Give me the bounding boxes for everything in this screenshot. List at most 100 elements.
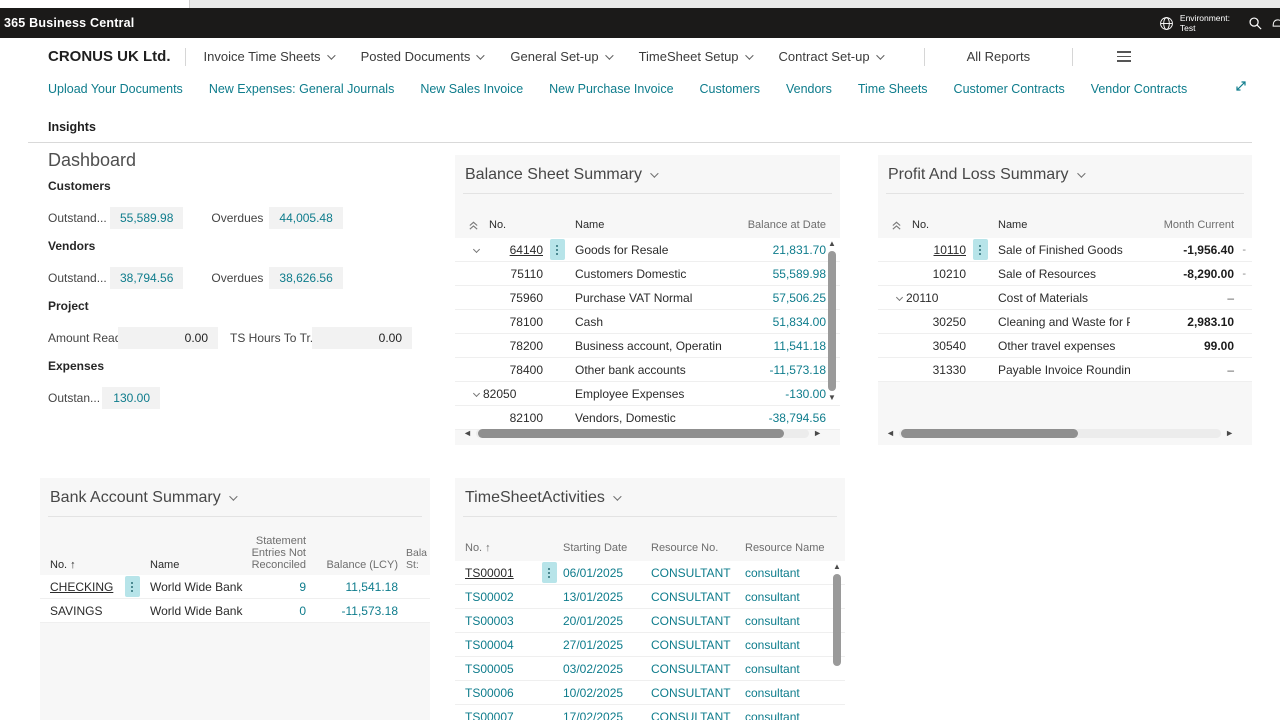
- scroll-right-icon[interactable]: ►: [813, 428, 822, 438]
- scroll-down-icon[interactable]: ▼: [828, 393, 836, 403]
- cue-value[interactable]: 130.00: [102, 387, 160, 409]
- collapse-all-icon[interactable]: [455, 220, 483, 231]
- menu-general-set-up[interactable]: General Set-up: [510, 49, 614, 64]
- action-vendors[interactable]: Vendors: [786, 82, 832, 96]
- table-row[interactable]: 78200 Business account, Operating, D... …: [455, 334, 840, 358]
- row-menu-icon[interactable]: [549, 239, 565, 260]
- cue-vendors-overdues: Overdues 38,626.56: [211, 267, 343, 289]
- column-header-resource-name[interactable]: Resource Name: [745, 542, 831, 554]
- column-header-starting-date[interactable]: Starting Date: [563, 542, 651, 554]
- column-header-no[interactable]: No.: [483, 219, 543, 231]
- column-header-name[interactable]: Name: [994, 219, 1130, 231]
- company-name[interactable]: CRONUS UK Ltd.: [48, 48, 171, 65]
- column-header-statement-entries[interactable]: Statement Entries Not Reconciled: [244, 535, 306, 571]
- cue-value[interactable]: 38,626.56: [269, 267, 343, 289]
- chevron-down-icon[interactable]: [472, 245, 481, 254]
- row-menu-icon[interactable]: [124, 576, 140, 597]
- scroll-left-icon[interactable]: ◄: [463, 428, 472, 438]
- row-menu-icon[interactable]: [541, 562, 557, 583]
- menu-invoice-time-sheets[interactable]: Invoice Time Sheets: [204, 49, 336, 64]
- menu-all-reports[interactable]: All Reports: [967, 49, 1031, 64]
- table-row[interactable]: 30250 Cleaning and Waste for Property 2,…: [878, 310, 1252, 334]
- table-row[interactable]: 75110 Customers Domestic 55,589.98: [455, 262, 840, 286]
- app-title[interactable]: 365 Business Central: [4, 16, 134, 30]
- menu-posted-documents[interactable]: Posted Documents: [361, 49, 486, 64]
- table-row[interactable]: 75960 Purchase VAT Normal 57,506.25: [455, 286, 840, 310]
- table-row[interactable]: TS00002 13/01/2025 CONSULTANT consultant: [455, 585, 845, 609]
- scroll-right-icon[interactable]: ►: [1225, 428, 1234, 438]
- scroll-up-icon[interactable]: ▲: [833, 562, 841, 572]
- environment-label: Environment:: [1179, 13, 1230, 23]
- column-header-month-current[interactable]: Month Current: [1130, 219, 1234, 231]
- environment-badge[interactable]: Environment: Test: [1149, 8, 1240, 38]
- column-header-name[interactable]: Name: [571, 219, 722, 231]
- chevron-down-icon[interactable]: [895, 293, 904, 302]
- vertical-scrollbar[interactable]: ▲: [830, 562, 844, 720]
- scroll-left-icon[interactable]: ◄: [886, 428, 895, 438]
- table-row[interactable]: SAVINGS World Wide Bank 0 -11,573.18: [40, 599, 430, 623]
- action-time-sheets[interactable]: Time Sheets: [858, 82, 928, 96]
- table-row[interactable]: 64140 Goods for Resale 21,831.70: [455, 238, 840, 262]
- menu-contract-set-up[interactable]: Contract Set-up: [779, 49, 885, 64]
- cue-value[interactable]: 44,005.48: [269, 207, 343, 229]
- account-no-link[interactable]: 10110: [906, 243, 966, 257]
- table-row[interactable]: 20110 Cost of Materials –: [878, 286, 1252, 310]
- table-row[interactable]: 82050 Employee Expenses -130.00: [455, 382, 840, 406]
- search-icon[interactable]: [1240, 8, 1270, 38]
- action-customers[interactable]: Customers: [700, 82, 760, 96]
- table-row[interactable]: 78100 Cash 51,834.00: [455, 310, 840, 334]
- table-row[interactable]: TS00001 06/01/2025 CONSULTANT consultant: [455, 561, 845, 585]
- cue-group-expenses: Expenses: [48, 359, 105, 373]
- collapse-all-icon[interactable]: [878, 220, 906, 231]
- cue-value[interactable]: 38,794.56: [110, 267, 184, 289]
- action-customer-contracts[interactable]: Customer Contracts: [954, 82, 1065, 96]
- table-row[interactable]: TS00006 10/02/2025 CONSULTANT consultant: [455, 681, 845, 705]
- timesheet-link[interactable]: TS00001: [455, 566, 535, 580]
- action-upload-your-documents[interactable]: Upload Your Documents: [48, 82, 183, 96]
- bank-account-summary-title[interactable]: Bank Account Summary: [40, 478, 430, 516]
- table-row[interactable]: 30540 Other travel expenses 99.00: [878, 334, 1252, 358]
- table-row[interactable]: 10210 Sale of Resources -8,290.00 -: [878, 262, 1252, 286]
- table-row[interactable]: TS00003 20/01/2025 CONSULTANT consultant: [455, 609, 845, 633]
- table-row[interactable]: 78400 Other bank accounts -11,573.18: [455, 358, 840, 382]
- expand-icon[interactable]: [1234, 79, 1248, 93]
- chevron-down-icon[interactable]: [472, 389, 481, 398]
- bank-account-link[interactable]: CHECKING: [40, 580, 118, 594]
- row-menu-icon[interactable]: [972, 239, 988, 260]
- action-new-sales-invoice[interactable]: New Sales Invoice: [420, 82, 523, 96]
- column-header-name[interactable]: Name: [146, 559, 244, 571]
- column-header-balance-at-date[interactable]: Balance at Date: [722, 219, 826, 231]
- horizontal-scrollbar[interactable]: ◄ ►: [463, 426, 822, 440]
- scrollbar-thumb[interactable]: [900, 428, 1079, 438]
- table-row[interactable]: TS00005 03/02/2025 CONSULTANT consultant: [455, 657, 845, 681]
- table-row[interactable]: 10110 Sale of Finished Goods -1,956.40 -: [878, 238, 1252, 262]
- table-row[interactable]: TS00007 17/02/2025 CONSULTANT consultant: [455, 705, 845, 720]
- table-row[interactable]: 31330 Payable Invoice Rounding –: [878, 358, 1252, 382]
- scrollbar-thumb[interactable]: [477, 428, 785, 438]
- table-row[interactable]: CHECKING World Wide Bank 9 11,541.18: [40, 575, 430, 599]
- menu-icon[interactable]: [1117, 51, 1132, 62]
- scrollbar-thumb[interactable]: [828, 251, 836, 391]
- scroll-up-icon[interactable]: ▲: [828, 239, 836, 249]
- menu-timesheet-setup[interactable]: TimeSheet Setup: [639, 49, 754, 64]
- scrollbar-thumb[interactable]: [833, 574, 841, 666]
- cue-value[interactable]: 55,589.98: [110, 207, 184, 229]
- table-row[interactable]: TS00004 27/01/2025 CONSULTANT consultant: [455, 633, 845, 657]
- column-header-no[interactable]: No. ↑: [455, 542, 535, 554]
- column-header-no[interactable]: No. ↑: [40, 559, 118, 571]
- balance-sheet-summary-title[interactable]: Balance Sheet Summary: [455, 155, 840, 193]
- action-new-purchase-invoice[interactable]: New Purchase Invoice: [549, 82, 673, 96]
- dashboard-title[interactable]: Dashboard: [48, 150, 433, 171]
- vertical-scrollbar[interactable]: ▲ ▼: [825, 239, 839, 427]
- horizontal-scrollbar[interactable]: ◄ ►: [886, 426, 1234, 440]
- column-header-balance-lcy[interactable]: Balance (LCY): [306, 559, 398, 571]
- action-new-expenses-general-journals[interactable]: New Expenses: General Journals: [209, 82, 395, 96]
- bell-icon[interactable]: [1270, 8, 1280, 38]
- action-vendor-contracts[interactable]: Vendor Contracts: [1091, 82, 1188, 96]
- column-header-no[interactable]: No.: [906, 219, 966, 231]
- profit-and-loss-summary-title[interactable]: Profit And Loss Summary: [878, 155, 1252, 193]
- column-header-resource-no[interactable]: Resource No.: [651, 542, 745, 554]
- column-header-balance-at-statement[interactable]: Bala St:: [398, 547, 430, 571]
- account-no-link[interactable]: 64140: [483, 243, 543, 257]
- timesheet-activities-title[interactable]: TimeSheetActivities: [455, 478, 845, 516]
